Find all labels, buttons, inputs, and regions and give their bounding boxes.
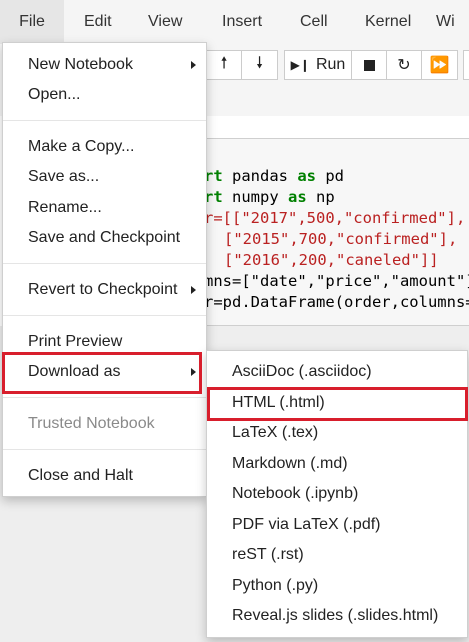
run-button[interactable]: ▶❙ Run — [284, 50, 352, 80]
download-latex[interactable]: LaTeX (.tex) — [207, 419, 467, 447]
download-as-highlight — [2, 352, 202, 394]
menu-item-label: Revert to Checkpoint — [28, 281, 178, 298]
menu-divider — [3, 315, 206, 316]
menu-item-save-as[interactable]: Save as... — [3, 163, 206, 191]
menu-item-rename[interactable]: Rename... — [3, 194, 206, 222]
menu-item-revert-checkpoint[interactable]: Revert to Checkpoint — [3, 276, 206, 304]
caret-right-icon — [191, 61, 196, 69]
code-line: r=pd.DataFrame(order,columns=c — [204, 293, 469, 311]
download-python[interactable]: Python (.py) — [207, 572, 467, 600]
code-line: rt pandas as pd — [204, 167, 344, 185]
interrupt-button[interactable] — [351, 50, 387, 80]
menu-kernel[interactable]: Kernel — [365, 13, 411, 31]
menu-item-new-notebook[interactable]: New Notebook — [3, 51, 206, 79]
menu-item-close-halt[interactable]: Close and Halt — [3, 462, 206, 490]
download-notebook[interactable]: Notebook (.ipynb) — [207, 480, 467, 508]
restart-run-all-button[interactable]: ⏩ — [421, 50, 458, 80]
caret-right-icon — [191, 286, 196, 294]
code-line: ["2016",200,"caneled"]] — [224, 251, 439, 269]
code-line: r=[["2017",500,"confirmed"], — [204, 209, 466, 227]
arrow-up-icon: 🠕 — [220, 54, 228, 72]
menu-item-open[interactable]: Open... — [3, 81, 206, 109]
download-markdown[interactable]: Markdown (.md) — [207, 450, 467, 478]
code-text: rt pandas as pd rt numpy as np r=[["2017",… — [204, 145, 469, 334]
step-forward-icon: ▶❙ — [290, 58, 310, 72]
toolbar-extra-button[interactable] — [463, 50, 469, 80]
move-down-button[interactable]: 🠗 — [241, 50, 278, 80]
download-asciidoc[interactable]: AsciiDoc (.asciidoc) — [207, 358, 467, 386]
refresh-icon: ↻ — [397, 57, 411, 74]
menu-item-make-copy[interactable]: Make a Copy... — [3, 133, 206, 161]
download-reveal-slides[interactable]: Reveal.js slides (.slides.html) — [207, 602, 467, 630]
fast-forward-icon: ⏩ — [429, 57, 450, 74]
restart-button[interactable]: ↻ — [386, 50, 422, 80]
arrow-down-icon: 🠗 — [256, 54, 263, 72]
code-line: mns=["date","price","amount"] — [204, 272, 469, 290]
html-option-highlight — [207, 387, 468, 421]
menu-bar: File Edit View Insert Cell Kernel Wi — [0, 0, 469, 44]
stop-icon — [363, 59, 375, 71]
menu-file[interactable]: File — [0, 0, 64, 44]
code-line: ["2015",700,"confirmed"], — [224, 230, 458, 248]
menu-item-label: New Notebook — [28, 56, 133, 73]
menu-item-save-checkpoint[interactable]: Save and Checkpoint — [3, 224, 206, 252]
menu-cell[interactable]: Cell — [300, 13, 328, 31]
file-menu: New Notebook Open... Make a Copy... Save… — [2, 42, 207, 497]
menu-divider — [3, 120, 206, 121]
menu-view[interactable]: View — [148, 13, 182, 31]
menu-item-trusted-notebook: Trusted Notebook — [28, 415, 155, 432]
menu-divider — [3, 449, 206, 450]
code-line: rt numpy as np — [204, 188, 335, 206]
download-pdf-latex[interactable]: PDF via LaTeX (.pdf) — [207, 511, 467, 539]
menu-widgets[interactable]: Wi — [436, 13, 455, 31]
menu-divider — [3, 263, 206, 264]
menu-insert[interactable]: Insert — [222, 13, 262, 31]
menu-edit[interactable]: Edit — [84, 13, 112, 31]
download-rest[interactable]: reST (.rst) — [207, 541, 467, 569]
menu-divider — [3, 397, 206, 398]
move-up-button[interactable]: 🠕 — [206, 50, 242, 80]
run-label: Run — [315, 56, 346, 73]
